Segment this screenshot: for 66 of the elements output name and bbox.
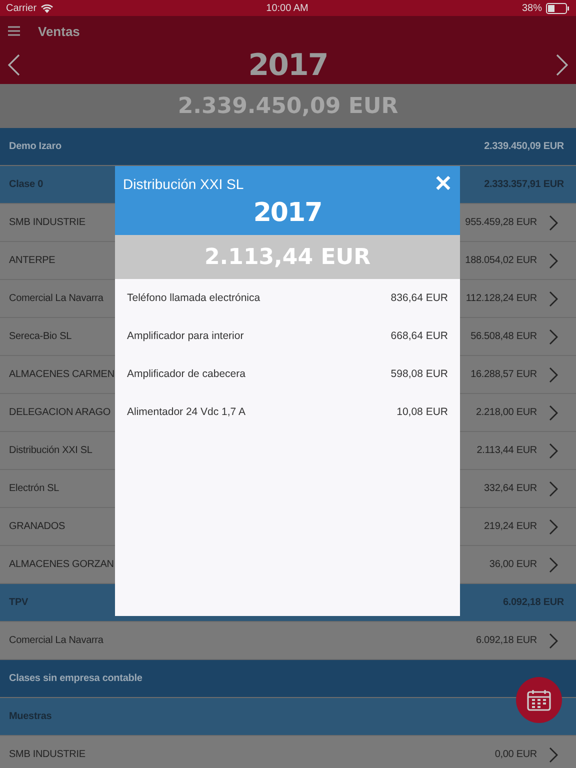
chevron-icon (549, 556, 558, 572)
row-amount: 0,00 EUR (494, 749, 537, 760)
row-amount: 332,64 EUR (484, 483, 537, 494)
battery-percent: 38% (522, 2, 542, 14)
chevron-icon (549, 442, 558, 458)
row-amount: 955.459,28 EUR (465, 217, 537, 228)
row-label: Demo Izaro (9, 141, 62, 152)
row-label: SMB INDUSTRIE (9, 749, 86, 760)
row-label: Distribución XXI SL (9, 445, 92, 456)
row-amount: 36,00 EUR (489, 559, 537, 570)
row-label: ALMACENES GORZAN (9, 559, 114, 570)
wifi-icon (40, 4, 53, 12)
chevron-icon (549, 480, 558, 496)
item-name: Amplificador para interior (127, 330, 244, 342)
dialog-total-amount: 2.113,44 EUR (204, 244, 371, 270)
row-label: Clase 0 (9, 179, 43, 190)
item-amount: 598,08 EUR (390, 368, 448, 380)
dialog-year: 2017 (252, 198, 323, 228)
calendar-icon (527, 689, 551, 711)
menu-icon[interactable] (8, 26, 20, 36)
chevron-icon (549, 252, 558, 268)
row-label: Sereca-Bio SL (9, 331, 72, 342)
screen-title: Ventas (38, 24, 80, 38)
row-label: SMB INDUSTRIE (9, 217, 86, 228)
row-label: Comercial La Navarra (9, 293, 104, 304)
chevron-icon (549, 404, 558, 420)
total-amount: 2.339.450,09 EUR (178, 94, 398, 118)
row-amount: 2.113,44 EUR (476, 445, 537, 456)
carrier-label: Carrier (6, 2, 37, 14)
row-amount: 2.333.357,91 EUR (484, 179, 564, 190)
clock-time: 10:00 AM (266, 2, 308, 14)
chevron-icon (549, 214, 558, 230)
item-amount: 668,64 EUR (390, 330, 448, 342)
battery-icon (546, 2, 570, 14)
row-label: DELEGACION ARAGO (9, 407, 111, 418)
row-amount: 112.128,24 EUR (466, 293, 537, 304)
row-amount: 16.288,57 EUR (470, 369, 537, 380)
chevron-icon (549, 290, 558, 306)
item-name: Alimentador 24 Vdc 1,7 A (127, 406, 246, 418)
chevron-icon (549, 632, 558, 648)
chevron-icon (549, 328, 558, 344)
chevron-icon (549, 746, 558, 762)
chevron-icon (549, 366, 558, 382)
row-amount: 6.092,18 EUR (476, 635, 537, 646)
dialog-title: Distribución XXI SL (123, 176, 244, 192)
row-amount: 188.054,02 EUR (465, 255, 537, 266)
row-label: Electrón SL (9, 483, 60, 494)
row-label: TPV (9, 597, 28, 608)
chevron-icon (549, 518, 558, 534)
row-label: Comercial La Navarra (9, 635, 104, 646)
item-name: Amplificador de cabecera (127, 368, 246, 380)
row-amount: 2.218,00 EUR (476, 407, 537, 418)
item-amount: 836,64 EUR (390, 292, 448, 304)
row-label: Muestras (9, 711, 52, 722)
row-label: ALMACENES CARMEN (9, 369, 114, 380)
row-amount: 6.092,18 EUR (502, 597, 564, 608)
item-amount: 10,08 EUR (396, 406, 448, 418)
row-amount: 2.339.450,09 EUR (484, 141, 564, 152)
row-label: GRANADOS (9, 521, 66, 532)
row-label: Clases sin empresa contable (9, 673, 142, 684)
year-label: 2017 (248, 48, 328, 82)
row-amount: 56.508,48 EUR (470, 331, 537, 342)
item-name: Teléfono llamada electrónica (127, 292, 260, 304)
row-amount: 219,24 EUR (484, 521, 537, 532)
row-label: ANTERPE (9, 255, 56, 266)
close-button[interactable]: ✕ (430, 171, 456, 197)
